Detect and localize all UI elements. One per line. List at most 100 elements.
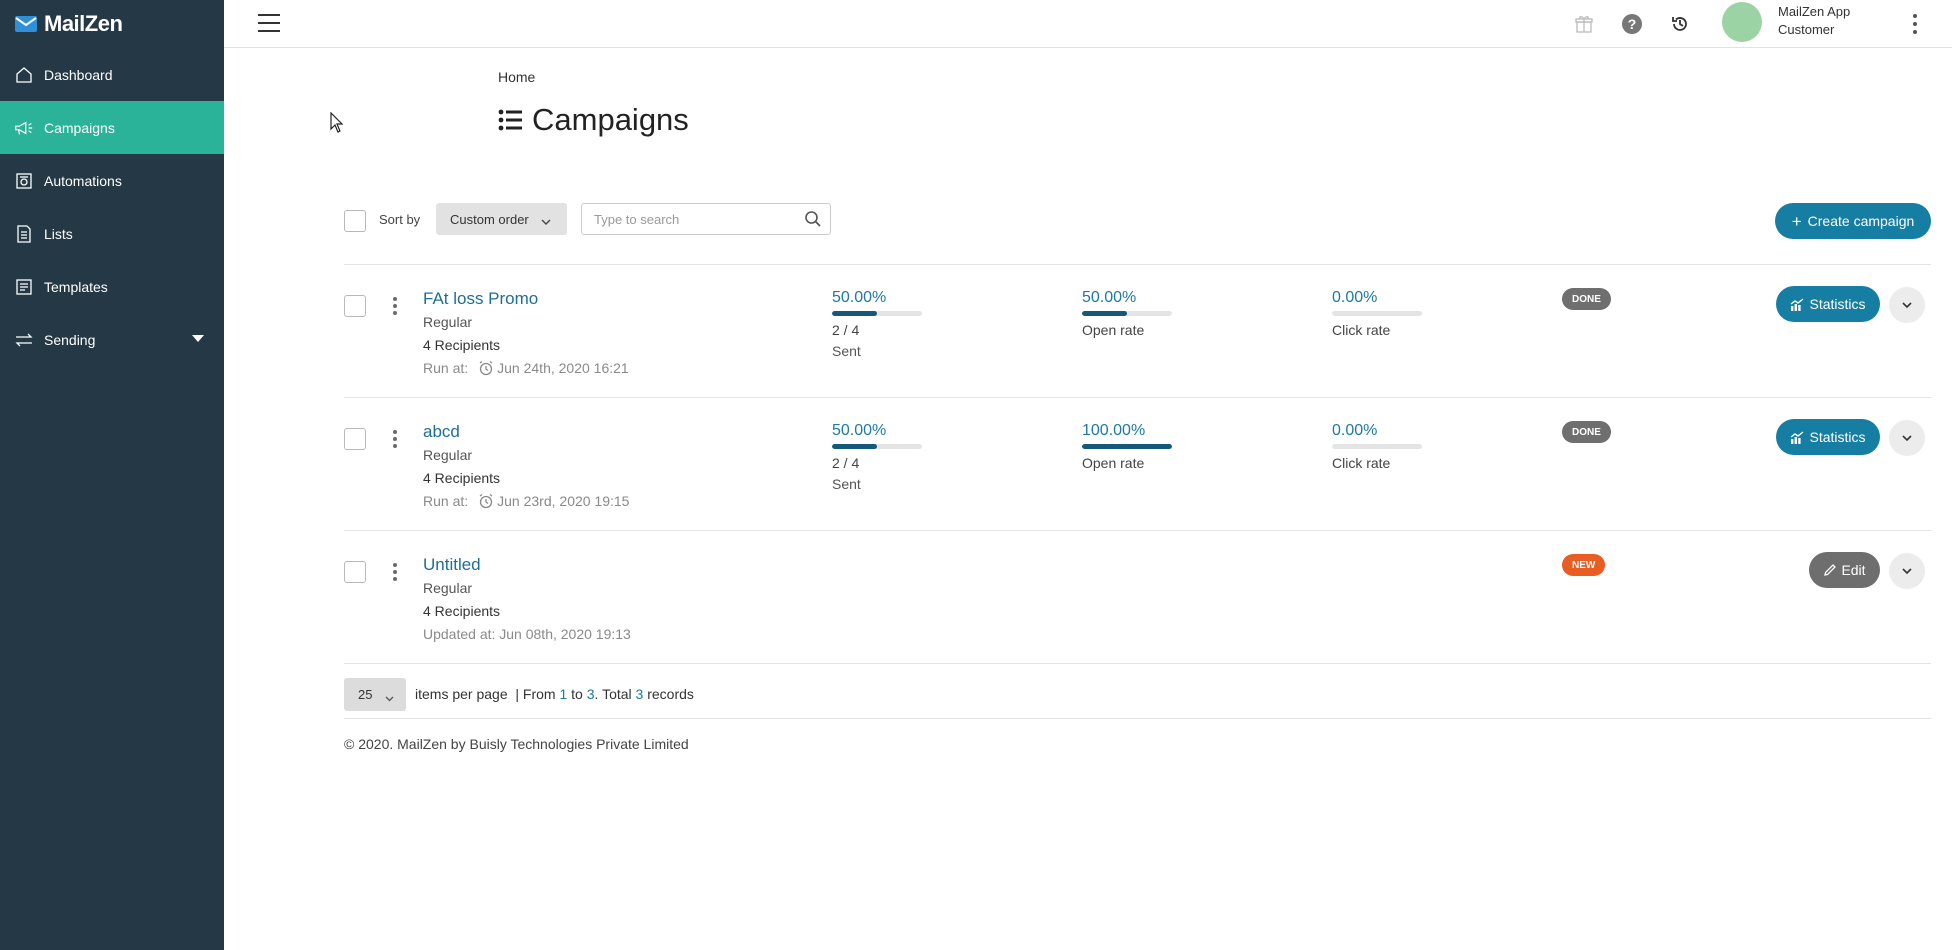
to-value: 3 [586,686,595,702]
chart-icon [1790,430,1804,444]
topbar: ? MailZen App Customer [224,0,1952,48]
edit-label: Edit [1841,562,1866,578]
select-all-checkbox[interactable] [344,210,366,232]
more-vertical-icon[interactable] [1910,12,1920,36]
click-rate-label: Click rate [1332,322,1391,338]
sort-order-select[interactable]: Custom order [436,203,567,235]
items-per-page-label: items per page [415,686,508,702]
campaign-name-link[interactable]: abcd [423,422,460,442]
click-rate-percent: 0.00% [1332,289,1378,306]
breadcrumb[interactable]: Home [498,69,535,85]
progress-fill [1082,311,1127,316]
open-rate-percent: 50.00% [1082,289,1137,306]
chevron-down-icon [1902,567,1912,574]
user-name[interactable]: MailZen App Customer [1778,3,1850,39]
status-badge: DONE [1562,421,1611,443]
sent-progress-bar [832,444,922,449]
from-label: | From [515,686,556,702]
chevron-down-icon [541,214,551,229]
sent-count: 2 / 4 [832,455,860,471]
row-more-button[interactable] [1889,420,1925,456]
caret-down-icon[interactable] [192,335,204,342]
row-more-button[interactable] [1889,287,1925,323]
records-label: records [647,686,694,702]
sidebar-item-automations[interactable]: Automations [0,154,224,207]
row-checkbox[interactable] [344,428,366,450]
click-rate-stat: 0.00% Click rate [1332,422,1422,471]
sidebar-item-dashboard[interactable]: Dashboard [0,48,224,101]
statistics-button[interactable]: Statistics [1776,286,1880,322]
edit-button[interactable]: Edit [1809,552,1880,588]
sent-count: 2 / 4 [832,322,860,338]
row-menu-icon[interactable] [390,428,400,450]
chevron-down-icon [1902,434,1912,441]
open-rate-label: Open rate [1082,455,1145,471]
gift-icon[interactable] [1572,12,1596,36]
click-rate-progress-bar [1332,311,1422,316]
campaign-row: abcd Regular 4 Recipients Run at: Jun 23… [344,398,1931,530]
list-document-icon [14,224,34,244]
create-campaign-label: Create campaign [1807,213,1915,229]
sidebar-item-sending[interactable]: Sending [0,313,224,366]
sort-order-value: Custom order [450,211,529,227]
campaign-row: Untitled Regular 4 Recipients Updated at… [344,531,1931,663]
row-menu-icon[interactable] [390,295,400,317]
campaign-name-link[interactable]: Untitled [423,555,481,575]
create-campaign-button[interactable]: + Create campaign [1775,203,1931,239]
statistics-label: Statistics [1809,296,1866,312]
items-per-page-select[interactable]: 25 [344,678,406,711]
campaign-name-link[interactable]: FAt loss Promo [423,289,538,309]
row-menu-icon[interactable] [390,561,400,583]
menu-toggle-icon[interactable] [258,14,280,32]
search-box [581,203,831,235]
progress-fill [832,311,877,316]
run-at-value: Jun 24th, 2020 16:21 [497,360,629,376]
sidebar-item-templates[interactable]: Templates [0,260,224,313]
app-logo[interactable]: MailZen [0,0,224,48]
sidebar-item-label: Automations [44,172,122,189]
avatar[interactable] [1722,2,1762,42]
sidebar-item-lists[interactable]: Lists [0,207,224,260]
search-icon[interactable] [804,210,822,233]
sent-label: Sent [832,476,861,492]
automation-icon [14,171,34,191]
click-rate-stat: 0.00% Click rate [1332,289,1422,338]
total-value: 3 [635,686,644,702]
footer-copyright: © 2020. MailZen by Buisly Technologies P… [344,736,689,752]
open-rate-stat: 50.00% Open rate [1082,289,1172,338]
campaign-run-at: Run at: Jun 24th, 2020 16:21 [423,360,629,376]
row-checkbox[interactable] [344,295,366,317]
run-at-label: Run at: [423,360,469,376]
sidebar-item-label: Lists [44,225,73,242]
campaign-type: Regular [423,580,473,596]
campaign-type: Regular [423,447,473,463]
template-icon [14,277,34,297]
campaign-run-at: Run at: Jun 23rd, 2020 19:15 [423,493,629,509]
sidebar: MailZen Dashboard Campaigns Automations … [0,0,224,950]
statistics-button[interactable]: Statistics [1776,419,1880,455]
sent-stat: 50.00% 2 / 4 Sent [832,422,922,492]
statistics-label: Statistics [1809,429,1866,445]
row-checkbox[interactable] [344,561,366,583]
progress-fill [832,444,877,449]
sent-percent: 50.00% [832,422,887,439]
total-label: . Total [594,686,632,702]
sent-stat: 50.00% 2 / 4 Sent [832,289,922,359]
sidebar-item-campaigns[interactable]: Campaigns [0,101,224,154]
click-rate-progress-bar [1332,444,1422,449]
help-icon[interactable]: ? [1620,12,1644,36]
sent-label: Sent [832,343,861,359]
campaign-type: Regular [423,314,473,330]
alarm-clock-icon [478,360,494,376]
open-rate-progress-bar [1082,311,1172,316]
click-rate-label: Click rate [1332,455,1391,471]
chart-icon [1790,297,1804,311]
items-per-page-value: 25 [358,687,373,702]
status-badge: NEW [1562,554,1606,576]
search-input[interactable] [582,211,792,227]
campaign-recipients: 4 Recipients [423,470,501,486]
mouse-cursor-icon [330,111,344,139]
home-icon [14,65,34,85]
history-icon[interactable] [1668,12,1692,36]
row-more-button[interactable] [1889,553,1925,589]
